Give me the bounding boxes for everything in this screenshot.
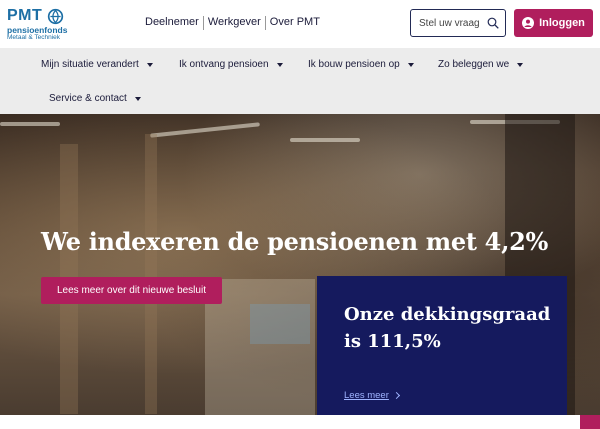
- user-circle-icon: [522, 17, 535, 29]
- caret-down-icon: [146, 62, 153, 67]
- header: PMT pensioenfonds Metaal & Techniek Deel…: [0, 0, 600, 48]
- ceiling-light: [0, 122, 60, 126]
- logo-line2: Metaal & Techniek: [7, 34, 60, 41]
- background-pillar: [145, 134, 157, 414]
- search-input[interactable]: [419, 16, 485, 30]
- divider: [202, 16, 204, 30]
- nav-item-mijn-situatie[interactable]: Mijn situatie verandert: [41, 59, 153, 70]
- caret-down-icon: [407, 62, 414, 67]
- caret-down-icon: [134, 96, 141, 101]
- search-icon[interactable]: [487, 17, 499, 29]
- nav-item-zo-beleggen-we[interactable]: Zo beleggen we: [438, 59, 524, 70]
- caret-down-icon: [517, 62, 524, 67]
- audience-nav: Deelnemer Werkgever Over PMT: [145, 16, 324, 30]
- card-link-label: Lees meer: [344, 390, 389, 401]
- caret-down-icon: [276, 62, 283, 67]
- card-title: Onze dekkingsgraad is 111,5%: [344, 304, 551, 352]
- login-button[interactable]: Inloggen: [514, 9, 593, 37]
- card-read-more-link[interactable]: Lees meer: [344, 390, 400, 401]
- search-box: [410, 9, 506, 37]
- globe-mark-icon: [47, 8, 64, 25]
- chevron-right-icon: [392, 391, 400, 400]
- main-nav: Mijn situatie verandert Ik ontvang pensi…: [0, 48, 600, 114]
- audience-link-werkgever[interactable]: Werkgever: [208, 16, 265, 30]
- funding-ratio-card: Onze dekkingsgraad is 111,5% Lees meer: [317, 276, 567, 415]
- nav-item-label: Service & contact: [49, 93, 127, 104]
- feedback-tab[interactable]: [580, 415, 600, 429]
- background-box: [250, 304, 310, 344]
- page-content-start: [0, 415, 600, 429]
- hero-banner: We indexeren de pensioenen met 4,2% Lees…: [0, 114, 600, 415]
- pmt-logo[interactable]: PMT pensioenfonds Metaal & Techniek: [7, 7, 69, 41]
- nav-item-label: Ik ontvang pensioen: [179, 59, 269, 70]
- read-more-decision-button[interactable]: Lees meer over dit nieuwe besluit: [41, 277, 222, 304]
- audience-link-over-pmt[interactable]: Over PMT: [270, 16, 324, 30]
- audience-link-deelnemer[interactable]: Deelnemer: [145, 16, 203, 30]
- nav-item-ik-ontvang-pensioen[interactable]: Ik ontvang pensioen: [179, 59, 283, 70]
- logo-brand: PMT: [7, 7, 43, 24]
- nav-item-service-contact[interactable]: Service & contact: [49, 93, 141, 104]
- nav-item-label: Mijn situatie verandert: [41, 59, 139, 70]
- divider: [264, 16, 266, 30]
- hero-headline: We indexeren de pensioenen met 4,2%: [41, 227, 549, 256]
- nav-item-ik-bouw-pensioen-op[interactable]: Ik bouw pensioen op: [308, 59, 414, 70]
- ceiling-light: [290, 138, 360, 142]
- nav-item-label: Zo beleggen we: [438, 59, 510, 70]
- nav-item-label: Ik bouw pensioen op: [308, 59, 400, 70]
- login-label: Inloggen: [539, 17, 585, 29]
